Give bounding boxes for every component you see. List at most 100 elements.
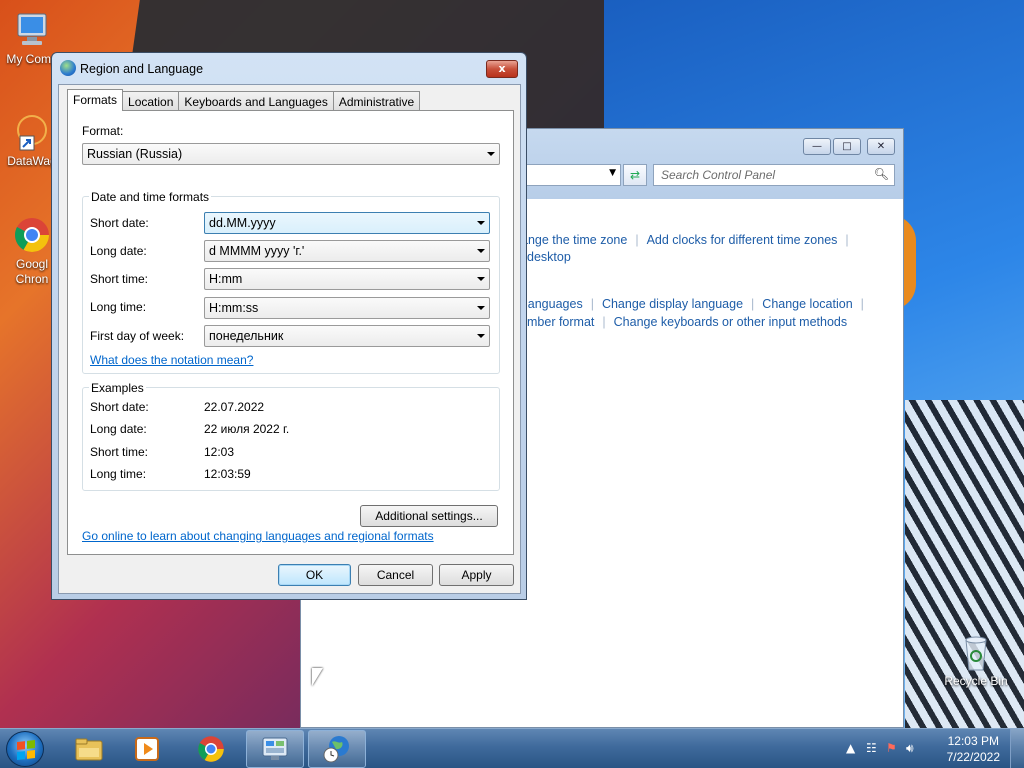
start-button[interactable] <box>6 731 44 767</box>
long-date-select[interactable]: d MMMM yyyy 'г.' <box>204 240 490 262</box>
link-change-time-zone[interactable]: ange the time zone <box>521 233 627 247</box>
short-time-label: Short time: <box>90 272 149 286</box>
action-center-icon[interactable]: ⚑ <box>886 741 897 755</box>
long-time-label: Long time: <box>90 300 147 314</box>
minimize-button[interactable]: — <box>803 138 831 155</box>
search-input[interactable]: Search Control Panel 🔍︎ <box>653 164 895 186</box>
tab-location[interactable]: Location <box>122 91 180 111</box>
link-change-location[interactable]: Change location <box>762 297 852 311</box>
search-icon[interactable]: 🔍︎ <box>874 167 889 181</box>
taskbar: ▲ ☷ ⚑ 🔊︎ 12:03 PM 7/22/2022 <box>0 728 1024 768</box>
formats-panel: Format: Russian (Russia) Date and time f… <box>67 110 514 555</box>
chevron-down-icon[interactable]: ▼ <box>609 168 616 178</box>
short-time-select[interactable]: H:mm <box>204 268 490 290</box>
chevron-down-icon <box>477 334 485 338</box>
format-label: Format: <box>82 124 124 138</box>
example-long-date-label: Long date: <box>90 422 147 436</box>
tab-keyboards-languages[interactable]: Keyboards and Languages <box>178 91 334 111</box>
region-language-icon <box>323 736 349 763</box>
cancel-button[interactable]: Cancel <box>358 564 433 586</box>
notation-link[interactable]: What does the notation mean? <box>90 353 253 367</box>
long-time-select[interactable]: H:mm:ss <box>204 297 490 319</box>
chevron-down-icon <box>477 306 485 310</box>
chevron-down-icon <box>487 152 495 156</box>
chevron-down-icon <box>477 221 485 225</box>
short-date-value: dd.MM.yyyy <box>209 216 276 230</box>
datetime-group-label: Date and time formats <box>89 190 212 204</box>
taskbar-chrome[interactable] <box>182 730 240 768</box>
taskbar-media-player[interactable] <box>118 730 176 768</box>
show-desktop-button[interactable] <box>1010 729 1024 768</box>
short-date-label: Short date: <box>90 216 149 230</box>
maximize-button[interactable]: □ <box>833 138 861 155</box>
network-icon[interactable]: ☷ <box>866 741 877 755</box>
close-icon: x <box>498 62 506 75</box>
media-player-icon <box>135 737 159 761</box>
short-date-select[interactable]: dd.MM.yyyy <box>204 212 490 234</box>
long-date-value: d MMMM yyyy 'г.' <box>209 244 305 258</box>
taskbar-region-language[interactable] <box>308 730 366 768</box>
region-language-dialog: Region and Language x Formats Location K… <box>51 52 527 600</box>
computer-icon <box>12 10 52 50</box>
minimize-icon: — <box>812 141 822 152</box>
maximize-icon: □ <box>842 141 852 152</box>
volume-icon[interactable]: 🔊︎ <box>906 741 914 756</box>
explorer-icon <box>75 738 103 761</box>
example-short-date-value: 22.07.2022 <box>204 400 265 414</box>
tab-formats[interactable]: Formats <box>67 89 124 111</box>
desktop-icon-recycle-bin[interactable]: Recycle Bin <box>944 632 1008 688</box>
chevron-down-icon <box>477 249 485 253</box>
show-hidden-icons-icon[interactable]: ▲ <box>846 741 855 755</box>
first-day-select[interactable]: понедельник <box>204 325 490 347</box>
clock[interactable]: 12:03 PM 7/22/2022 <box>947 733 1000 765</box>
link-change-keyboards[interactable]: Change keyboards or other input methods <box>614 315 847 329</box>
refresh-icon: ⇄ <box>629 168 641 182</box>
example-long-time-value: 12:03:59 <box>204 467 251 481</box>
format-select[interactable]: Russian (Russia) <box>82 143 500 165</box>
tab-strip: Formats Location Keyboards and Languages… <box>67 89 421 111</box>
ok-button[interactable]: OK <box>278 564 351 586</box>
dialog-client: Formats Location Keyboards and Languages… <box>58 84 521 594</box>
chrome-icon <box>12 215 52 255</box>
dialog-close-button[interactable]: x <box>486 60 518 78</box>
example-short-time-value: 12:03 <box>204 445 235 459</box>
apply-button[interactable]: Apply <box>439 564 514 586</box>
format-value: Russian (Russia) <box>87 147 183 161</box>
close-button[interactable]: ✕ <box>867 138 895 155</box>
link-add-clocks[interactable]: Add clocks for different time zones <box>647 233 838 247</box>
example-long-date-value: 22 июля 2022 г. <box>204 422 290 436</box>
link-languages[interactable]: languages <box>525 297 583 311</box>
online-help-link[interactable]: Go online to learn about changing langua… <box>82 529 434 543</box>
mouse-cursor <box>312 668 323 686</box>
long-date-label: Long date: <box>90 244 147 258</box>
link-number-format[interactable]: mber format <box>527 315 594 329</box>
additional-settings-button[interactable]: Additional settings... <box>360 505 498 527</box>
clock-date: 7/22/2022 <box>946 750 1000 764</box>
first-day-value: понедельник <box>209 329 284 343</box>
shortcut-icon <box>12 112 52 152</box>
short-time-value: H:mm <box>209 272 243 286</box>
taskbar-control-panel[interactable] <box>246 730 304 768</box>
clock-time: 12:03 PM <box>947 734 999 748</box>
system-tray: ▲ ☷ ⚑ 🔊︎ 12:03 PM 7/22/2022 <box>834 729 1024 768</box>
tab-administrative[interactable]: Administrative <box>332 91 421 111</box>
chevron-down-icon <box>477 277 485 281</box>
refresh-button[interactable]: ⇄ <box>623 164 647 186</box>
example-long-time-label: Long time: <box>90 467 147 481</box>
globe-icon <box>60 60 76 76</box>
control-panel-icon <box>262 737 288 760</box>
examples-label: Examples <box>89 381 146 395</box>
desktop-icon-label: Recycle Bin <box>944 674 1008 688</box>
long-time-value: H:mm:ss <box>209 301 259 315</box>
search-placeholder: Search Control Panel <box>661 168 776 182</box>
dialog-title: Region and Language <box>80 62 204 76</box>
windows-logo-icon <box>17 740 35 760</box>
chrome-icon <box>198 736 224 762</box>
close-icon: ✕ <box>876 141 886 152</box>
link-change-display-language[interactable]: Change display language <box>602 297 743 311</box>
taskbar-explorer[interactable] <box>60 730 118 768</box>
example-short-time-label: Short time: <box>90 445 149 459</box>
example-short-date-label: Short date: <box>90 400 149 414</box>
link-desktop[interactable]: desktop <box>527 250 571 264</box>
recycle-bin-icon <box>956 632 996 672</box>
